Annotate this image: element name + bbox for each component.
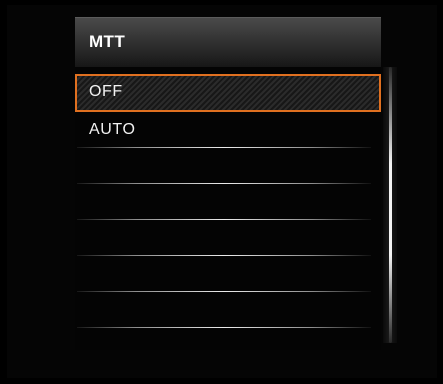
menu-list: OFF AUTO	[75, 74, 381, 328]
menu-item-label: OFF	[89, 83, 123, 100]
menu-item-label: AUTO	[89, 121, 136, 138]
mtt-menu-panel: MTT OFF AUTO	[75, 17, 381, 350]
menu-item-off[interactable]: OFF	[75, 74, 381, 112]
menu-item-empty-5	[75, 220, 381, 256]
menu-item-auto[interactable]: AUTO	[75, 112, 381, 148]
menu-item-empty-7	[75, 292, 381, 328]
menu-item-empty-4	[75, 184, 381, 220]
menu-item-empty-6	[75, 256, 381, 292]
menu-header: MTT	[75, 17, 381, 67]
scrollbar-thumb[interactable]	[389, 67, 392, 343]
menu-title: MTT	[89, 32, 126, 51]
menu-item-empty-3	[75, 148, 381, 184]
